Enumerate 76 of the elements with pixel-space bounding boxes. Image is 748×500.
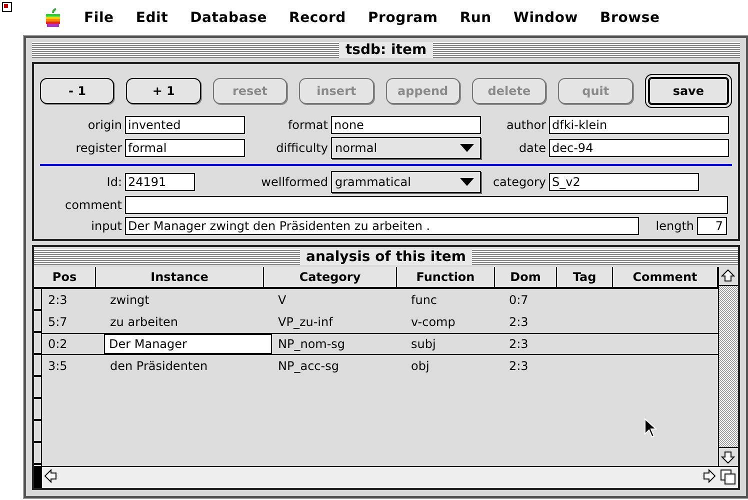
table-cell-text: obj <box>410 358 430 375</box>
triangle-icon <box>460 178 474 186</box>
toolbar-button[interactable]: - 1 <box>40 78 114 104</box>
text-field[interactable]: dfki-klein <box>549 116 729 134</box>
column-header[interactable]: Function <box>397 267 495 287</box>
menu-item[interactable]: Browse <box>600 10 660 26</box>
field-label: author <box>505 118 546 132</box>
table-cell-text: subj <box>410 336 437 353</box>
field-label: wellformed <box>260 175 328 189</box>
table-cell-text: zwingt <box>109 292 150 309</box>
field-label: format <box>286 118 328 132</box>
field-label: comment <box>64 198 122 212</box>
field-label: register <box>74 141 122 155</box>
menu-item[interactable]: Window <box>513 10 578 26</box>
column-header[interactable]: Instance <box>96 267 264 287</box>
table-cell-text: V <box>277 292 288 309</box>
mouse-pointer-icon <box>644 418 658 438</box>
table-cell-text: den Präsidenten <box>109 358 209 375</box>
table-cell-text: 3:5 <box>47 358 68 375</box>
table-cell-text: 2:3 <box>47 292 68 309</box>
field-label: category <box>492 175 546 189</box>
triangle-icon <box>460 144 474 152</box>
corner-block <box>34 467 42 488</box>
cell-editor[interactable]: Der Manager <box>104 334 272 354</box>
table-cell-text: 5:7 <box>47 314 68 331</box>
column-header[interactable]: Comment <box>613 267 718 287</box>
menu-item[interactable]: Program <box>368 10 438 26</box>
field-label: Id: <box>106 175 122 189</box>
toolbar-button[interactable]: + 1 <box>126 78 201 104</box>
text-field[interactable]: S_v2 <box>549 173 699 191</box>
menu-item[interactable]: File <box>84 10 114 26</box>
table-cell-text: v-comp <box>410 314 456 331</box>
horizontal-scrollbar[interactable] <box>34 466 738 488</box>
column-header[interactable]: Tag <box>557 267 613 287</box>
apple-icon[interactable] <box>44 8 62 28</box>
text-field[interactable]: invented <box>125 116 245 134</box>
field-label: input <box>90 219 122 233</box>
input-field[interactable]: Der Manager zwingt den Präsidenten zu arbeiten . <box>125 217 639 235</box>
table-cell-text: 0:2 <box>47 336 68 353</box>
field-label: difficulty <box>275 141 328 155</box>
field-label: length <box>654 219 694 233</box>
menu-item[interactable]: Record <box>289 10 346 26</box>
popup-menu[interactable]: grammatical <box>331 171 481 193</box>
text-field[interactable]: none <box>331 116 481 134</box>
popup-menu[interactable]: normal <box>331 137 481 159</box>
table-cell-text: NP_acc-sg <box>277 358 340 375</box>
column-header[interactable]: Category <box>264 267 397 287</box>
table-row[interactable]: 0:2 Der Manager NP_nom-sg subj 2:3 <box>42 333 718 355</box>
vertical-scrollbar[interactable] <box>718 267 738 466</box>
table-cell-text: 0:7 <box>508 292 530 309</box>
text-field[interactable]: formal <box>125 139 245 157</box>
table-row[interactable]: 5:7 zu arbeiten VP_zu-inf v-comp 2:3 <box>42 311 718 333</box>
table-cell-text: 2:3 <box>508 314 530 331</box>
resize-icon[interactable] <box>718 467 738 487</box>
column-header[interactable]: Pos <box>34 267 96 287</box>
table-cell-text: VP_zu-inf <box>277 314 334 331</box>
length-field[interactable]: 7 <box>697 217 727 235</box>
table-cell-text: 2:3 <box>508 358 530 375</box>
table-cell-text: zu arbeiten <box>109 314 180 331</box>
table-cell-text: func <box>410 292 438 309</box>
window-title: tsdb: item <box>339 42 433 58</box>
menu-item[interactable]: Edit <box>136 10 168 26</box>
column-header[interactable]: Dom <box>495 267 557 287</box>
table-row[interactable]: 3:5 den Präsidenten NP_acc-sg obj 2:3 <box>42 355 718 377</box>
table-row[interactable]: 2:3 zwingt V func 0:7 <box>42 289 718 311</box>
toolbar-button[interactable]: save <box>644 74 732 108</box>
field-label: date <box>518 141 546 155</box>
table-cell-text: NP_nom-sg <box>277 336 346 353</box>
table-cell-text: 2:3 <box>508 336 530 353</box>
comment-field[interactable] <box>125 196 728 214</box>
field-label: origin <box>86 118 122 132</box>
menu-item[interactable]: Run <box>460 10 492 26</box>
text-field[interactable]: 24191 <box>125 173 195 191</box>
text-field[interactable]: dec-94 <box>549 139 729 157</box>
pane-title: analysis of this item <box>300 249 472 265</box>
menu-item[interactable]: Database <box>190 10 268 26</box>
